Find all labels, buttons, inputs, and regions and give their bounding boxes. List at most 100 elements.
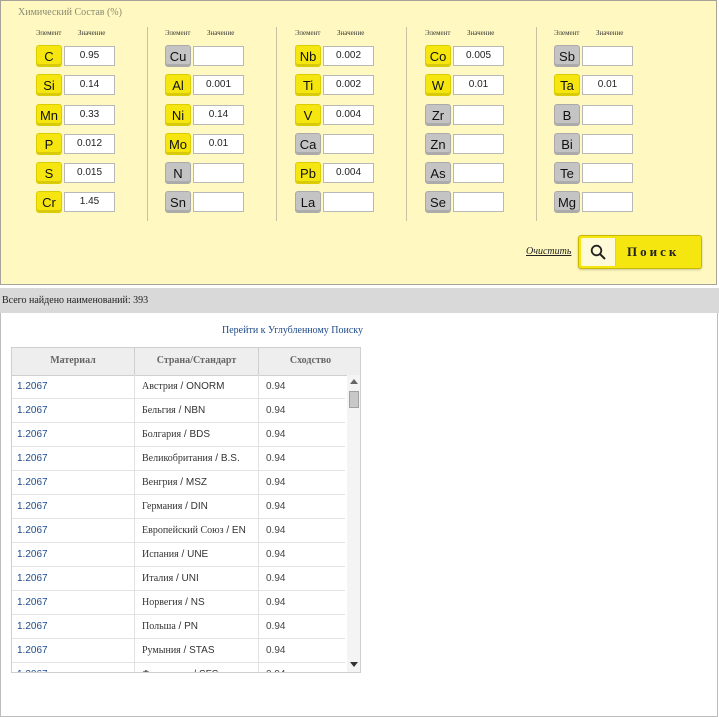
table-row[interactable]: 1.2067 Болгария / BDS 0.94 (12, 423, 345, 447)
clear-link[interactable]: Очистить (526, 246, 571, 257)
element-value-input-as[interactable] (453, 163, 504, 183)
table-row[interactable]: 1.2067 Испания / UNE 0.94 (12, 543, 345, 567)
element-toggle-zr[interactable]: Zr (425, 104, 451, 126)
material-link[interactable]: 1.2067 (12, 375, 135, 399)
element-toggle-se[interactable]: Se (425, 191, 451, 213)
element-toggle-zn[interactable]: Zn (425, 133, 451, 155)
element-value-input-zr[interactable] (453, 105, 504, 125)
table-row[interactable]: 1.2067 Великобритания / B.S. 0.94 (12, 447, 345, 471)
material-link[interactable]: 1.2067 (12, 615, 135, 639)
element-toggle-c[interactable]: C (36, 45, 62, 67)
element-toggle-mo[interactable]: Mo (165, 133, 191, 155)
element-value-input-ca[interactable] (323, 134, 374, 154)
element-value-input-la[interactable] (323, 192, 374, 212)
material-link[interactable]: 1.2067 (12, 423, 135, 447)
element-value-input-ta[interactable]: 0.01 (582, 75, 633, 95)
table-row[interactable]: 1.2067 Европейский Союз / EN 0.94 (12, 519, 345, 543)
element-toggle-bi[interactable]: Bi (554, 133, 580, 155)
column-header-material[interactable]: Материал (12, 348, 135, 375)
element-toggle-v[interactable]: V (295, 104, 321, 126)
element-value-input-al[interactable]: 0.001 (193, 75, 244, 95)
element-value-input-v[interactable]: 0.004 (323, 105, 374, 125)
element-toggle-la[interactable]: La (295, 191, 321, 213)
element-value-input-co[interactable]: 0.005 (453, 46, 504, 66)
element-toggle-s[interactable]: S (36, 162, 62, 184)
element-value-input-mo[interactable]: 0.01 (193, 134, 244, 154)
table-row[interactable]: 1.2067 Италия / UNI 0.94 (12, 567, 345, 591)
element-toggle-ni[interactable]: Ni (165, 104, 191, 126)
element-value-input-mg[interactable] (582, 192, 633, 212)
element-value-input-c[interactable]: 0.95 (64, 46, 115, 66)
element-value-input-sn[interactable] (193, 192, 244, 212)
advanced-search-link[interactable]: Перейти к Углубленному Поиску (222, 325, 363, 336)
element-toggle-si[interactable]: Si (36, 74, 62, 96)
material-link[interactable]: 1.2067 (12, 519, 135, 543)
scroll-thumb[interactable] (349, 391, 359, 408)
element-value-input-n[interactable] (193, 163, 244, 183)
element-value-input-w[interactable]: 0.01 (453, 75, 504, 95)
element-toggle-cr[interactable]: Cr (36, 191, 62, 213)
element-value-input-s[interactable]: 0.015 (64, 163, 115, 183)
scroll-up-arrow-icon[interactable] (350, 379, 358, 384)
column-header-similarity[interactable]: Сходство (259, 348, 360, 375)
element-value-input-sb[interactable] (582, 46, 633, 66)
table-row[interactable]: 1.2067 Бельгия / NBN 0.94 (12, 399, 345, 423)
table-scrollbar[interactable] (347, 375, 360, 672)
element-toggle-ca[interactable]: Ca (295, 133, 321, 155)
element-toggle-sb[interactable]: Sb (554, 45, 580, 67)
scroll-down-arrow-icon[interactable] (350, 662, 358, 667)
element-value-input-nb[interactable]: 0.002 (323, 46, 374, 66)
table-row[interactable]: 1.2067 Румыния / STAS 0.94 (12, 639, 345, 663)
element-value-input-ni[interactable]: 0.14 (193, 105, 244, 125)
element-value-input-pb[interactable]: 0.004 (323, 163, 374, 183)
element-toggle-as[interactable]: As (425, 162, 451, 184)
material-link[interactable]: 1.2067 (12, 543, 135, 567)
element-toggle-te[interactable]: Te (554, 162, 580, 184)
element-toggle-b[interactable]: B (554, 104, 580, 126)
material-link[interactable]: 1.2067 (12, 663, 135, 672)
element-value-input-ti[interactable]: 0.002 (323, 75, 374, 95)
element-value-input-te[interactable] (582, 163, 633, 183)
table-row[interactable]: 1.2067Финляндия / SFS0.94 (12, 663, 345, 672)
standard-name: BDS (189, 429, 210, 440)
element-toggle-co[interactable]: Co (425, 45, 451, 67)
element-toggle-ta[interactable]: Ta (554, 74, 580, 96)
material-link[interactable]: 1.2067 (12, 495, 135, 519)
material-link[interactable]: 1.2067 (12, 447, 135, 471)
table-row[interactable]: 1.2067 Норвегия / NS 0.94 (12, 591, 345, 615)
element-toggle-mn[interactable]: Mn (36, 104, 62, 126)
element-value-input-bi[interactable] (582, 134, 633, 154)
search-button[interactable]: Поиск (578, 235, 702, 269)
material-link[interactable]: 1.2067 (12, 471, 135, 495)
country-standard-cell: Польша / PN (135, 615, 259, 639)
column-divider (276, 27, 277, 221)
table-row[interactable]: 1.2067 Австрия / ONORM 0.94 (12, 375, 345, 399)
material-link[interactable]: 1.2067 (12, 591, 135, 615)
element-toggle-al[interactable]: Al (165, 74, 191, 96)
element-value-input-si[interactable]: 0.14 (64, 75, 115, 95)
element-value-input-cu[interactable] (193, 46, 244, 66)
column-header-country-standard[interactable]: Страна/Стандарт (135, 348, 259, 375)
element-toggle-ti[interactable]: Ti (295, 74, 321, 96)
element-toggle-pb[interactable]: Pb (295, 162, 321, 184)
material-link[interactable]: 1.2067 (12, 567, 135, 591)
table-row[interactable]: 1.2067 Германия / DIN 0.94 (12, 495, 345, 519)
element-toggle-nb[interactable]: Nb (295, 45, 321, 67)
panel-title: Химический Состав (%) (18, 7, 122, 18)
element-value-input-se[interactable] (453, 192, 504, 212)
element-toggle-sn[interactable]: Sn (165, 191, 191, 213)
element-toggle-cu[interactable]: Cu (165, 45, 191, 67)
element-value-input-p[interactable]: 0.012 (64, 134, 115, 154)
element-value-input-cr[interactable]: 1.45 (64, 192, 115, 212)
table-row[interactable]: 1.2067 Польша / PN 0.94 (12, 615, 345, 639)
element-value-input-b[interactable] (582, 105, 633, 125)
element-toggle-w[interactable]: W (425, 74, 451, 96)
element-value-input-mn[interactable]: 0.33 (64, 105, 115, 125)
material-link[interactable]: 1.2067 (12, 399, 135, 423)
table-row[interactable]: 1.2067 Венгрия / MSZ 0.94 (12, 471, 345, 495)
element-toggle-p[interactable]: P (36, 133, 62, 155)
element-toggle-n[interactable]: N (165, 162, 191, 184)
material-link[interactable]: 1.2067 (12, 639, 135, 663)
element-toggle-mg[interactable]: Mg (554, 191, 580, 213)
element-value-input-zn[interactable] (453, 134, 504, 154)
